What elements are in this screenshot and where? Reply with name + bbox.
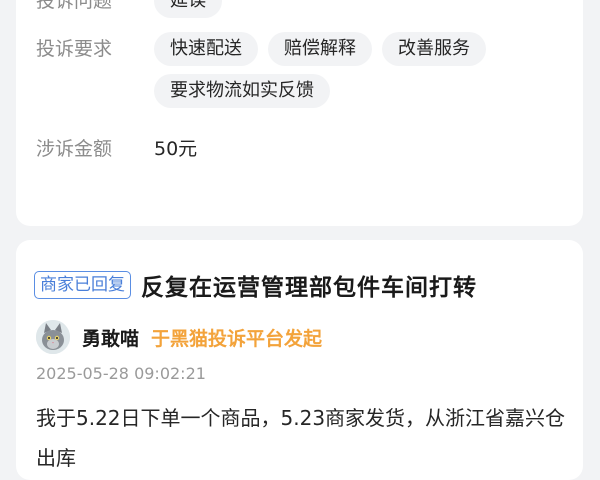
issue-row: 投诉问题 延误 [36, 0, 554, 26]
author-row: 勇敢喵 于黑猫投诉平台发起 [36, 320, 322, 354]
post-body: 我于5.22日下单一个商品，5.23商家发货，从浙江省嘉兴仓出库 [36, 406, 566, 470]
demand-row: 投诉要求 快速配送 赔偿解释 改善服务 要求物流如实反馈 [36, 32, 554, 116]
merchant-replied-badge: 商家已回复 [34, 271, 131, 299]
amount-label: 涉诉金额 [36, 138, 113, 160]
demand-chip: 改善服务 [382, 32, 486, 66]
demand-chip: 快速配送 [154, 32, 258, 66]
complaint-details-card: 投诉问题 延误 投诉要求 快速配送 赔偿解释 改善服务 要求物流如实反馈 涉诉金… [16, 0, 583, 226]
issue-chip: 延误 [154, 0, 222, 18]
demand-chip: 赔偿解释 [268, 32, 372, 66]
amount-value: 50元 [154, 138, 198, 160]
post-timestamp: 2025-05-28 09:02:21 [36, 364, 206, 383]
issue-label: 投诉问题 [36, 0, 113, 12]
cat-avatar-icon [36, 320, 70, 354]
amount-row: 涉诉金额 50元 [36, 132, 197, 166]
username[interactable]: 勇敢喵 [82, 324, 139, 351]
avatar[interactable] [36, 320, 70, 354]
post-title-row[interactable]: 商家已回复 反复在运营管理部包件车间打转 [34, 268, 477, 302]
demand-label: 投诉要求 [36, 38, 113, 60]
platform-source: 于黑猫投诉平台发起 [151, 327, 323, 350]
complaint-post-card[interactable]: 商家已回复 反复在运营管理部包件车间打转 勇敢喵 于黑猫投诉平台发起 2025-… [16, 240, 583, 480]
demand-chip: 要求物流如实反馈 [154, 74, 330, 108]
post-title[interactable]: 反复在运营管理部包件车间打转 [141, 268, 477, 302]
